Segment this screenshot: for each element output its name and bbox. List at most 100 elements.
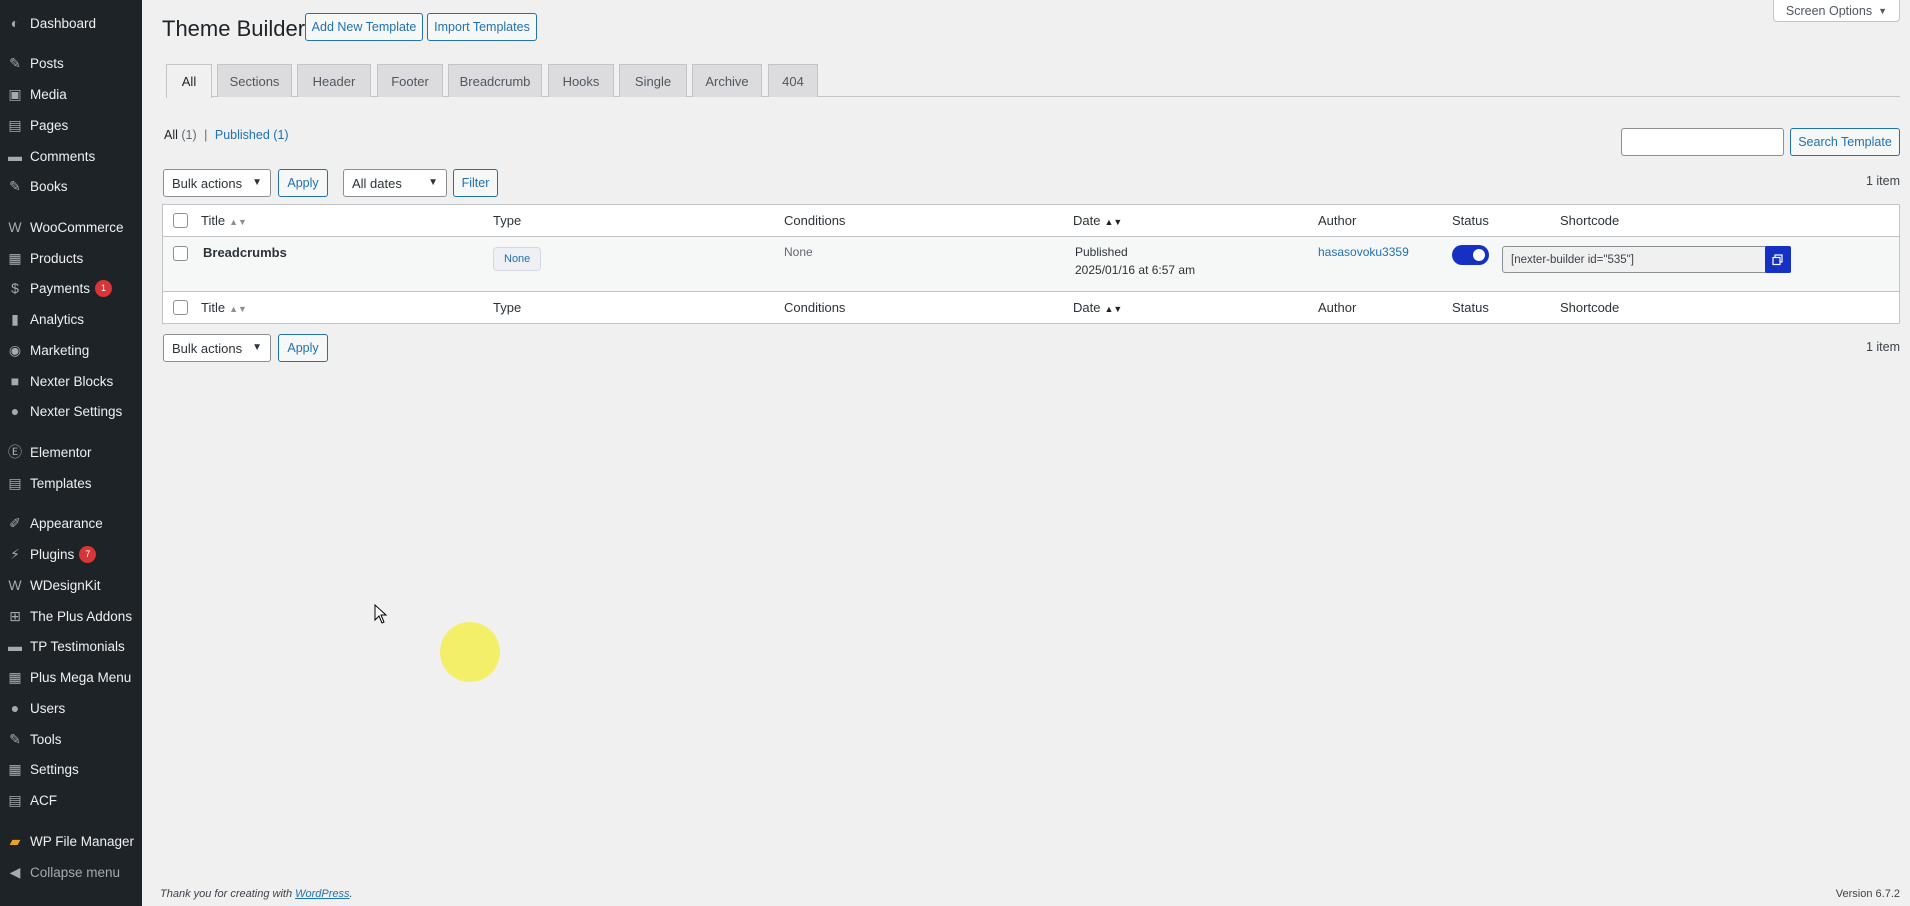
column-title-footer[interactable]: Title ▲▼ <box>201 300 247 315</box>
row-date-status: Published <box>1075 245 1128 259</box>
sidebar-item-nexter-blocks[interactable]: ■ Nexter Blocks <box>0 366 142 396</box>
pin-icon: ✎ <box>9 177 21 194</box>
admin-sidebar: ◐ Dashboard ✎ Posts ▣ Media ▤ Pages ▬ Comment… <box>0 0 142 906</box>
collapse-menu-button[interactable]: ◀ Collapse menu <box>0 857 142 887</box>
sidebar-item-pages[interactable]: ▤ Pages <box>0 110 142 140</box>
select-all-checkbox[interactable] <box>173 213 188 228</box>
shortcode-field[interactable]: [nexter-builder id="535"] <box>1502 246 1769 273</box>
sidebar-item-users[interactable]: ● Users <box>0 693 142 723</box>
payments-icon: $ <box>11 280 19 296</box>
tab-404[interactable]: 404 <box>768 64 818 97</box>
tab-footer[interactable]: Footer <box>377 64 443 97</box>
dates-value: All dates <box>352 175 402 191</box>
screen-options-label: Screen Options <box>1785 3 1873 18</box>
table-header-row: Title ▲▼ Type Conditions Date ▲▼ Author St… <box>163 205 1899 237</box>
column-status-header: Status <box>1452 213 1489 228</box>
add-new-template-button[interactable]: Add New Template <box>305 13 423 41</box>
pages-icon: ▤ <box>8 116 22 133</box>
import-templates-button[interactable]: Import Templates <box>427 13 537 41</box>
version-text: Version 6.7.2 <box>1835 888 1900 900</box>
filter-published-link[interactable]: Published <box>215 128 270 142</box>
bulk-actions-value: Bulk actions <box>172 340 243 356</box>
filter-button[interactable]: Filter <box>453 169 498 197</box>
copy-shortcode-button[interactable] <box>1765 246 1791 273</box>
tab-archive[interactable]: Archive <box>692 64 762 97</box>
sidebar-item-marketing[interactable]: ◉ Marketing <box>0 335 142 365</box>
search-template-input[interactable] <box>1621 128 1784 156</box>
row-conditions: None <box>784 245 813 259</box>
column-title-header[interactable]: Title ▲▼ <box>201 213 247 228</box>
apply-button-bottom[interactable]: Apply <box>278 334 328 362</box>
filter-all-link[interactable]: All <box>164 128 178 142</box>
sidebar-item-nexter-settings[interactable]: ● Nexter Settings <box>0 396 142 426</box>
sidebar-item-books[interactable]: ✎ Books <box>0 171 142 201</box>
nexter-blocks-icon: ■ <box>10 373 20 389</box>
sidebar-item-woocommerce[interactable]: W WooCommerce <box>0 212 142 242</box>
copy-icon <box>1772 253 1783 265</box>
page-title: Theme Builder <box>162 16 306 41</box>
row-author-link[interactable]: hasasovoku3359 <box>1318 245 1409 259</box>
row-checkbox[interactable] <box>173 246 188 261</box>
search-template-button[interactable]: Search Template <box>1790 128 1900 156</box>
sidebar-item-appearance[interactable]: ✐ Appearance <box>0 508 142 538</box>
sidebar-item-posts[interactable]: ✎ Posts <box>0 48 142 78</box>
select-all-checkbox-bottom[interactable] <box>173 300 188 315</box>
column-conditions-header: Conditions <box>784 213 846 228</box>
sidebar-item-products[interactable]: ▦ Products <box>0 243 142 273</box>
analytics-icon: ▮ <box>11 310 19 327</box>
sidebar-item-analytics[interactable]: ▮ Analytics <box>0 304 142 334</box>
brush-icon: ✐ <box>9 514 21 531</box>
dates-select[interactable]: All dates ▼ <box>343 169 447 197</box>
filter-all-count: (1) <box>181 128 197 142</box>
sidebar-item-plugins[interactable]: ⚡ Plugins 7 <box>0 539 142 569</box>
payments-badge: 1 <box>95 279 113 297</box>
dashboard-icon: ◐ <box>10 15 20 31</box>
column-date-footer[interactable]: Date ▲▼ <box>1073 300 1122 315</box>
bulk-actions-select-top[interactable]: Bulk actions ▼ <box>163 169 271 197</box>
column-shortcode-header: Shortcode <box>1560 213 1620 228</box>
sidebar-item-wp-file-manager[interactable]: ▰ WP File Manager <box>0 826 142 856</box>
sidebar-item-the-plus-addons[interactable]: ⊞ The Plus Addons <box>0 601 142 631</box>
wdesignkit-icon: W <box>8 577 22 593</box>
media-icon: ▣ <box>8 85 22 102</box>
type-pill: None <box>493 247 542 271</box>
tab-single[interactable]: Single <box>619 64 687 97</box>
main-content: Theme Builder Add New Template Import Te… <box>142 0 1910 906</box>
apply-button-top[interactable]: Apply <box>278 169 328 197</box>
sidebar-item-tp-testimonials[interactable]: ▬ TP Testimonials <box>0 631 142 661</box>
sidebar-item-tools[interactable]: ✎ Tools <box>0 724 142 754</box>
sidebar-item-templates[interactable]: ▤ Templates <box>0 468 142 498</box>
wrench-icon: ✎ <box>9 730 21 747</box>
row-date: 2025/01/16 at 6:57 am <box>1075 263 1196 277</box>
wordpress-link[interactable]: WordPress <box>295 888 349 900</box>
sidebar-item-dashboard[interactable]: ◐ Dashboard <box>0 8 142 38</box>
tab-hooks[interactable]: Hooks <box>548 64 614 97</box>
sidebar-item-settings[interactable]: ▦ Settings <box>0 754 142 784</box>
sidebar-item-comments[interactable]: ▬ Comments <box>0 141 142 171</box>
sidebar-item-elementor[interactable]: Ⓔ Elementor <box>0 437 142 467</box>
table-footer-row: Title ▲▼ Type Conditions Date ▲▼ Author St… <box>163 291 1899 324</box>
bulk-actions-value: Bulk actions <box>172 175 243 191</box>
plugins-badge: 7 <box>79 545 97 563</box>
tab-all[interactable]: All <box>166 64 212 98</box>
tab-sections[interactable]: Sections <box>217 64 292 97</box>
cursor-highlight <box>440 622 500 682</box>
sidebar-item-acf[interactable]: ▤ ACF <box>0 785 142 815</box>
mouse-pointer-icon <box>374 604 388 624</box>
row-title-link[interactable]: Breadcrumbs <box>203 245 287 260</box>
sort-desc-icon: ▲▼ <box>1104 217 1123 227</box>
testimonials-icon: ▬ <box>8 638 22 654</box>
bulk-actions-select-bottom[interactable]: Bulk actions ▼ <box>163 334 271 362</box>
tab-header[interactable]: Header <box>297 64 371 97</box>
column-date-header[interactable]: Date ▲▼ <box>1073 213 1122 228</box>
woocommerce-icon: W <box>8 219 22 235</box>
chevron-down-icon: ▼ <box>252 177 262 188</box>
screen-options-button[interactable]: Screen Options ▼ <box>1772 0 1900 22</box>
sidebar-item-plus-mega-menu[interactable]: ▦ Plus Mega Menu <box>0 662 142 692</box>
sidebar-item-media[interactable]: ▣ Media <box>0 79 142 109</box>
sidebar-item-wdesignkit[interactable]: W WDesignKit <box>0 570 142 600</box>
status-toggle[interactable] <box>1452 245 1489 265</box>
sidebar-item-payments[interactable]: $ Payments 1 <box>0 273 142 303</box>
settings-icon: ▦ <box>8 760 22 777</box>
tab-breadcrumb[interactable]: Breadcrumb <box>448 64 542 97</box>
